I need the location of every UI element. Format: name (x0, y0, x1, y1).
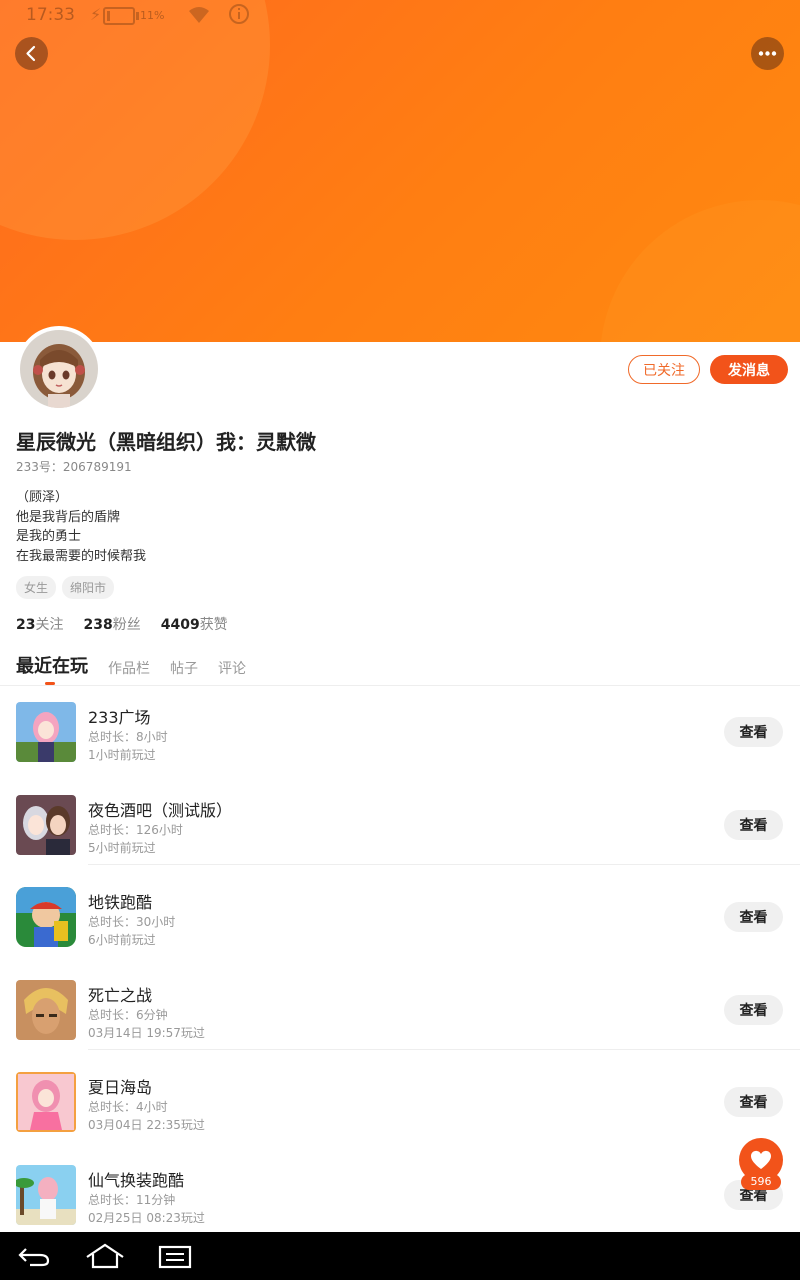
list-item[interactable]: 死亡之战 总时长：6分钟 03月14日 19:57玩过 查看 (0, 972, 800, 1065)
avatar[interactable] (16, 326, 102, 412)
nav-recents-icon[interactable] (158, 1243, 192, 1269)
wifi-icon (187, 5, 211, 29)
like-count: 596 (741, 1174, 781, 1190)
view-button[interactable]: 查看 (724, 994, 783, 1025)
tag-city: 绵阳市 (62, 576, 115, 599)
game-duration: 总时长：30小时 (88, 915, 176, 929)
charging-icon: ⚡ (90, 5, 102, 24)
profile-bio: （顾泽） 他是我背后的盾牌 是我的勇士 在我最需要的时候帮我 (16, 488, 146, 566)
nav-home-icon[interactable] (84, 1243, 126, 1269)
send-message-button[interactable]: 发消息 (710, 355, 788, 384)
back-button[interactable] (15, 37, 48, 70)
game-last-played: 1小时前玩过 (88, 748, 156, 762)
game-duration: 总时长：4小时 (88, 1100, 168, 1114)
battery-percent: 11% (140, 9, 165, 22)
view-button[interactable]: 查看 (724, 1087, 783, 1117)
list-divider (88, 864, 800, 865)
game-thumbnail (16, 794, 76, 855)
list-item[interactable]: 233广场 总时长：8小时 1小时前玩过 查看 (0, 694, 800, 787)
profile-banner: 17:33 ⚡ 11% (0, 0, 800, 342)
game-title: 地铁跑酷 (88, 893, 153, 912)
view-button[interactable]: 查看 (724, 902, 783, 932)
profile-id: 233号：206789191 (16, 460, 132, 474)
tab-recent-played[interactable]: 最近在玩 (16, 652, 88, 685)
stat-likes: 4409获赞 (160, 617, 228, 633)
profile-stats: 23关注 238粉丝 4409获赞 (16, 614, 228, 634)
list-divider (88, 1049, 800, 1050)
game-duration: 总时长：8小时 (88, 730, 168, 744)
following-button[interactable]: 已关注 (628, 355, 700, 384)
game-last-played: 5小时前玩过 (88, 840, 156, 855)
profile-tabs: 最近在玩 作品栏 帖子 评论 (16, 652, 246, 685)
list-item[interactable]: 夏日海岛 总时长：4小时 03月04日 22:35玩过 查看 (0, 1049, 800, 1157)
game-title: 夜色酒吧（测试版） (88, 800, 233, 820)
avatar-image (20, 330, 98, 408)
bio-line: （顾泽） (16, 490, 69, 505)
bio-line: 在我最需要的时候帮我 (16, 548, 147, 564)
game-last-played: 03月04日 22:35玩过 (88, 1118, 205, 1132)
game-duration: 总时长：6分钟 (88, 1007, 168, 1022)
game-thumbnail (16, 702, 76, 762)
profile-tags: 女生 绵阳市 (16, 576, 115, 599)
view-button[interactable]: 查看 (724, 717, 783, 747)
chevron-left-icon (26, 45, 36, 62)
stat-following[interactable]: 23关注 (16, 614, 63, 634)
system-nav-bar (0, 1232, 800, 1280)
view-button[interactable]: 查看 (724, 809, 783, 840)
info-icon (228, 3, 250, 29)
game-last-played: 03月14日 19:57玩过 (88, 1025, 205, 1040)
nav-back-icon[interactable] (16, 1243, 52, 1269)
tab-posts[interactable]: 帖子 (170, 658, 198, 678)
game-title: 仙气换装跑酷 (88, 1170, 185, 1190)
game-last-played: 02月25日 08:23玩过 (88, 1210, 205, 1225)
game-thumbnail (16, 1164, 76, 1225)
tab-works[interactable]: 作品栏 (108, 658, 150, 678)
game-duration: 总时长：11分钟 (88, 1192, 176, 1207)
recent-games-list: 233广场 总时长：8小时 1小时前玩过 查看 夜色酒吧（测试版） 总时长：12… (0, 694, 800, 1249)
status-bar: 17:33 ⚡ 11% (0, 0, 800, 30)
game-title: 233广场 (88, 708, 151, 727)
game-title: 死亡之战 (88, 985, 153, 1005)
tab-comments[interactable]: 评论 (218, 658, 246, 678)
game-thumbnail (16, 1072, 76, 1132)
profile-name: 星辰微光（黑暗组织）我：灵默微 (16, 430, 316, 454)
banner-decoration (600, 200, 800, 342)
bio-line: 他是我背后的盾牌 (16, 509, 121, 525)
game-duration: 总时长：126小时 (88, 822, 183, 837)
list-item[interactable]: 夜色酒吧（测试版） 总时长：126小时 5小时前玩过 查看 (0, 787, 800, 880)
status-time: 17:33 (26, 5, 75, 25)
tag-gender: 女生 (16, 576, 57, 599)
banner-decoration (0, 0, 270, 240)
stat-fans[interactable]: 238粉丝 (83, 614, 140, 634)
game-thumbnail (16, 979, 76, 1040)
tabs-divider (0, 685, 800, 686)
game-title: 夏日海岛 (88, 1078, 153, 1097)
bio-line: 是我的勇士 (16, 529, 82, 544)
list-item[interactable]: 地铁跑酷 总时长：30小时 6小时前玩过 查看 (0, 864, 800, 972)
more-button[interactable] (751, 37, 784, 70)
game-last-played: 6小时前玩过 (88, 933, 156, 947)
game-thumbnail (16, 887, 76, 947)
more-dots-icon (758, 51, 777, 56)
battery-icon (103, 7, 139, 25)
